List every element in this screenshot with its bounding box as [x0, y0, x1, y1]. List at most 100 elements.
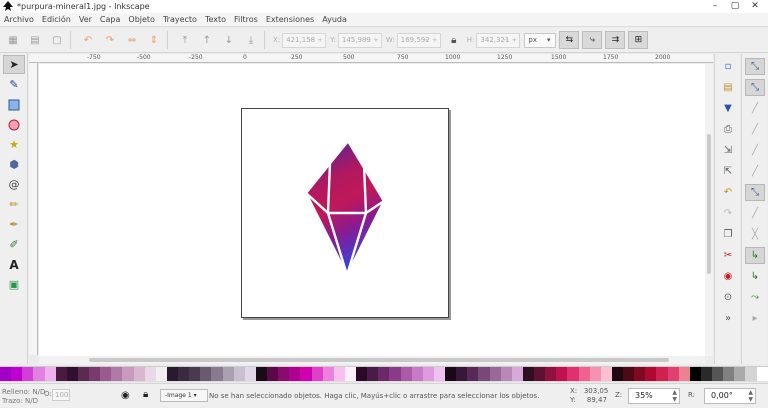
stepper-icon[interactable]: − + [503, 36, 517, 44]
flip-vertical-icon[interactable]: ⇕ [145, 31, 163, 49]
new-document-icon[interactable]: ▫ [718, 58, 738, 75]
color-swatch[interactable] [89, 367, 101, 381]
flip-horizontal-icon[interactable]: ⇔ [123, 31, 141, 49]
color-swatch[interactable] [723, 367, 735, 381]
color-swatch[interactable] [155, 367, 167, 381]
snap-smooth-nodes-icon[interactable]: ↳ [745, 268, 765, 285]
select-all-layers-icon[interactable]: ▤ [26, 31, 44, 49]
x-field[interactable]: 421,158− + [282, 32, 327, 48]
color-swatch[interactable] [634, 367, 646, 381]
lower-to-bottom-icon[interactable]: ⤓ [242, 31, 260, 49]
lock-icon[interactable]: 🔒︎ [143, 389, 148, 400]
menu-ayuda[interactable]: Ayuda [318, 15, 351, 24]
zoom-field[interactable]: 35% ▲ ▼ [628, 388, 680, 404]
pencil-tool-icon[interactable]: ✏ [3, 195, 25, 214]
ruler-vertical[interactable] [29, 63, 38, 355]
color-swatch[interactable] [656, 367, 668, 381]
eye-icon[interactable]: ◉ [121, 390, 130, 401]
stepper-icon[interactable]: − + [365, 36, 379, 44]
node-tool-icon[interactable]: ✎ [3, 75, 25, 94]
color-swatch[interactable] [712, 367, 724, 381]
ellipse-tool-icon[interactable] [3, 115, 25, 134]
lower-icon[interactable]: ↓ [220, 31, 238, 49]
snap-cusp-nodes-icon[interactable]: ↳ [745, 247, 765, 264]
color-swatch[interactable] [122, 367, 134, 381]
color-swatch[interactable] [445, 367, 457, 381]
menu-filtros[interactable]: Filtros [230, 15, 262, 24]
selector-tool-icon[interactable]: ➤ [3, 55, 25, 74]
move-gradients-button[interactable]: ⇉ [605, 31, 626, 49]
scale-stroke-button[interactable]: ⇆ [559, 31, 580, 49]
color-swatch[interactable] [478, 367, 490, 381]
opacity-field[interactable]: 100 [52, 389, 70, 401]
w-field[interactable]: 169,592− + [396, 32, 441, 48]
raise-to-top-icon[interactable]: ⤒ [176, 31, 194, 49]
rotate-cw-icon[interactable]: ↷ [101, 31, 119, 49]
color-swatch[interactable] [22, 367, 34, 381]
menu-ver[interactable]: Ver [75, 15, 96, 24]
maximize-button[interactable]: ▢ [726, 0, 744, 11]
color-swatch[interactable] [100, 367, 112, 381]
drawing-canvas[interactable] [39, 64, 705, 356]
spiral-tool-icon[interactable]: @ [3, 175, 25, 194]
snap-bbox-corners-icon[interactable]: ╱ [745, 121, 765, 138]
color-swatch[interactable] [678, 367, 690, 381]
menu-archivo[interactable]: Archivo [0, 15, 38, 24]
stepper-icon[interactable]: − + [424, 36, 438, 44]
3d-box-tool-icon[interactable]: ⬢ [3, 155, 25, 174]
snap-bbox-midpoints-icon[interactable]: ╱ [745, 142, 765, 159]
color-swatch[interactable] [322, 367, 334, 381]
color-swatch[interactable] [189, 367, 201, 381]
rotation-stepper-icon[interactable]: ▲ ▼ [748, 389, 753, 403]
import-icon[interactable]: ⇲ [718, 142, 738, 159]
text-tool-icon[interactable]: A [3, 255, 25, 274]
clone-icon[interactable]: ◉ [718, 268, 738, 285]
cut-icon[interactable]: ✂ [718, 247, 738, 264]
select-all-icon[interactable]: ▦ [4, 31, 22, 49]
color-swatch[interactable] [534, 367, 546, 381]
zoom-icon[interactable]: ⊙ [718, 289, 738, 306]
color-swatch[interactable] [144, 367, 156, 381]
color-swatch[interactable] [11, 367, 23, 381]
color-swatch[interactable] [422, 367, 434, 381]
stepper-icon[interactable]: − + [309, 36, 323, 44]
color-swatch[interactable] [734, 367, 746, 381]
color-swatch[interactable] [133, 367, 145, 381]
color-swatch[interactable] [545, 367, 557, 381]
color-swatch[interactable] [433, 367, 445, 381]
scrollbar-thumb[interactable] [89, 358, 669, 362]
snap-nodes-icon[interactable]: ⤡ [745, 184, 765, 201]
color-swatch[interactable] [55, 367, 67, 381]
color-swatch[interactable] [367, 367, 379, 381]
snap-intersections-icon[interactable]: ╳ [745, 226, 765, 243]
color-swatch[interactable] [600, 367, 612, 381]
color-swatch[interactable] [33, 367, 45, 381]
more-icon[interactable]: » [718, 310, 738, 327]
zoom-stepper-icon[interactable]: ▲ ▼ [672, 389, 677, 403]
color-swatch[interactable] [378, 367, 390, 381]
redo-icon[interactable]: ↷ [718, 205, 738, 222]
purple-crystal-image[interactable] [242, 109, 450, 319]
color-swatch[interactable] [0, 367, 12, 381]
snap-enable-icon[interactable]: ⤡ [745, 58, 765, 75]
color-swatch[interactable] [300, 367, 312, 381]
snap-bbox-centers-icon[interactable]: ╱ [745, 163, 765, 180]
color-swatch[interactable] [500, 367, 512, 381]
color-swatch[interactable] [211, 367, 223, 381]
color-swatch[interactable] [567, 367, 579, 381]
lock-ratio-icon[interactable]: 🔒︎ [445, 31, 463, 49]
color-swatch[interactable] [689, 367, 701, 381]
duplicate-icon[interactable]: ❐ [718, 226, 738, 243]
menu-extensiones[interactable]: Extensiones [262, 15, 318, 24]
color-swatch[interactable] [278, 367, 290, 381]
color-swatch[interactable] [667, 367, 679, 381]
document-page[interactable] [241, 108, 449, 318]
raise-icon[interactable]: ↑ [198, 31, 216, 49]
h-field[interactable]: 342,321− + [476, 32, 521, 48]
spray-tool-icon[interactable]: ▣ [3, 275, 25, 294]
star-tool-icon[interactable]: ★ [3, 135, 25, 154]
print-icon[interactable]: ⎙ [718, 121, 738, 138]
close-button[interactable]: ✕ [746, 0, 764, 11]
color-swatch[interactable] [356, 367, 368, 381]
menu-objeto[interactable]: Objeto [124, 15, 159, 24]
